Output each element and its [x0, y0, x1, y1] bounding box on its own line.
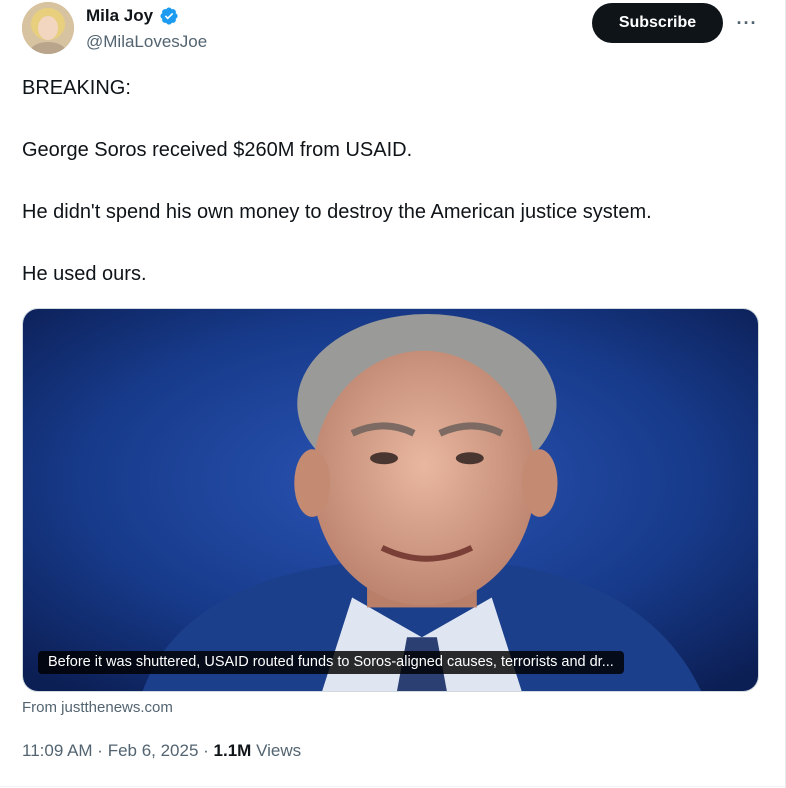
more-options-icon[interactable]: ···: [734, 10, 760, 36]
views-label: Views: [251, 741, 302, 760]
tweet-time[interactable]: 11:09 AM: [22, 741, 93, 760]
author-name-row: Mila Joy: [86, 6, 179, 26]
author-display-name[interactable]: Mila Joy: [86, 6, 153, 26]
tweet-text: BREAKING: George Soros received $260M fr…: [22, 76, 762, 324]
tweet-date[interactable]: Feb 6, 2025: [108, 741, 199, 760]
portrait-image: [23, 309, 758, 691]
views-count: 1.1M: [213, 741, 252, 760]
tweet-line-2: George Soros received $260M from USAID.: [22, 139, 413, 161]
divider: [0, 786, 786, 787]
media-card[interactable]: Before it was shuttered, USAID routed fu…: [22, 308, 759, 692]
tweet-line-1: BREAKING:: [22, 77, 131, 99]
meta-separator: ·: [198, 741, 214, 760]
tweet-card: Mila Joy @MilaLovesJoe Subscribe ··· BRE…: [0, 0, 786, 788]
tweet-line-3: He didn't spend his own money to destroy…: [22, 201, 652, 223]
avatar-photo: [22, 2, 74, 54]
meta-separator: ·: [92, 741, 108, 760]
subscribe-button[interactable]: Subscribe: [592, 3, 723, 43]
tweet-meta: 11:09 AM · Feb 6, 2025 · 1.1M Views: [22, 741, 301, 761]
avatar[interactable]: [22, 2, 74, 54]
tweet-line-4: He used ours.: [22, 263, 147, 285]
verified-badge-icon: [160, 7, 178, 25]
media-caption: Before it was shuttered, USAID routed fu…: [38, 651, 624, 674]
author-handle[interactable]: @MilaLovesJoe: [86, 32, 207, 52]
link-source[interactable]: From justthenews.com: [22, 699, 173, 716]
